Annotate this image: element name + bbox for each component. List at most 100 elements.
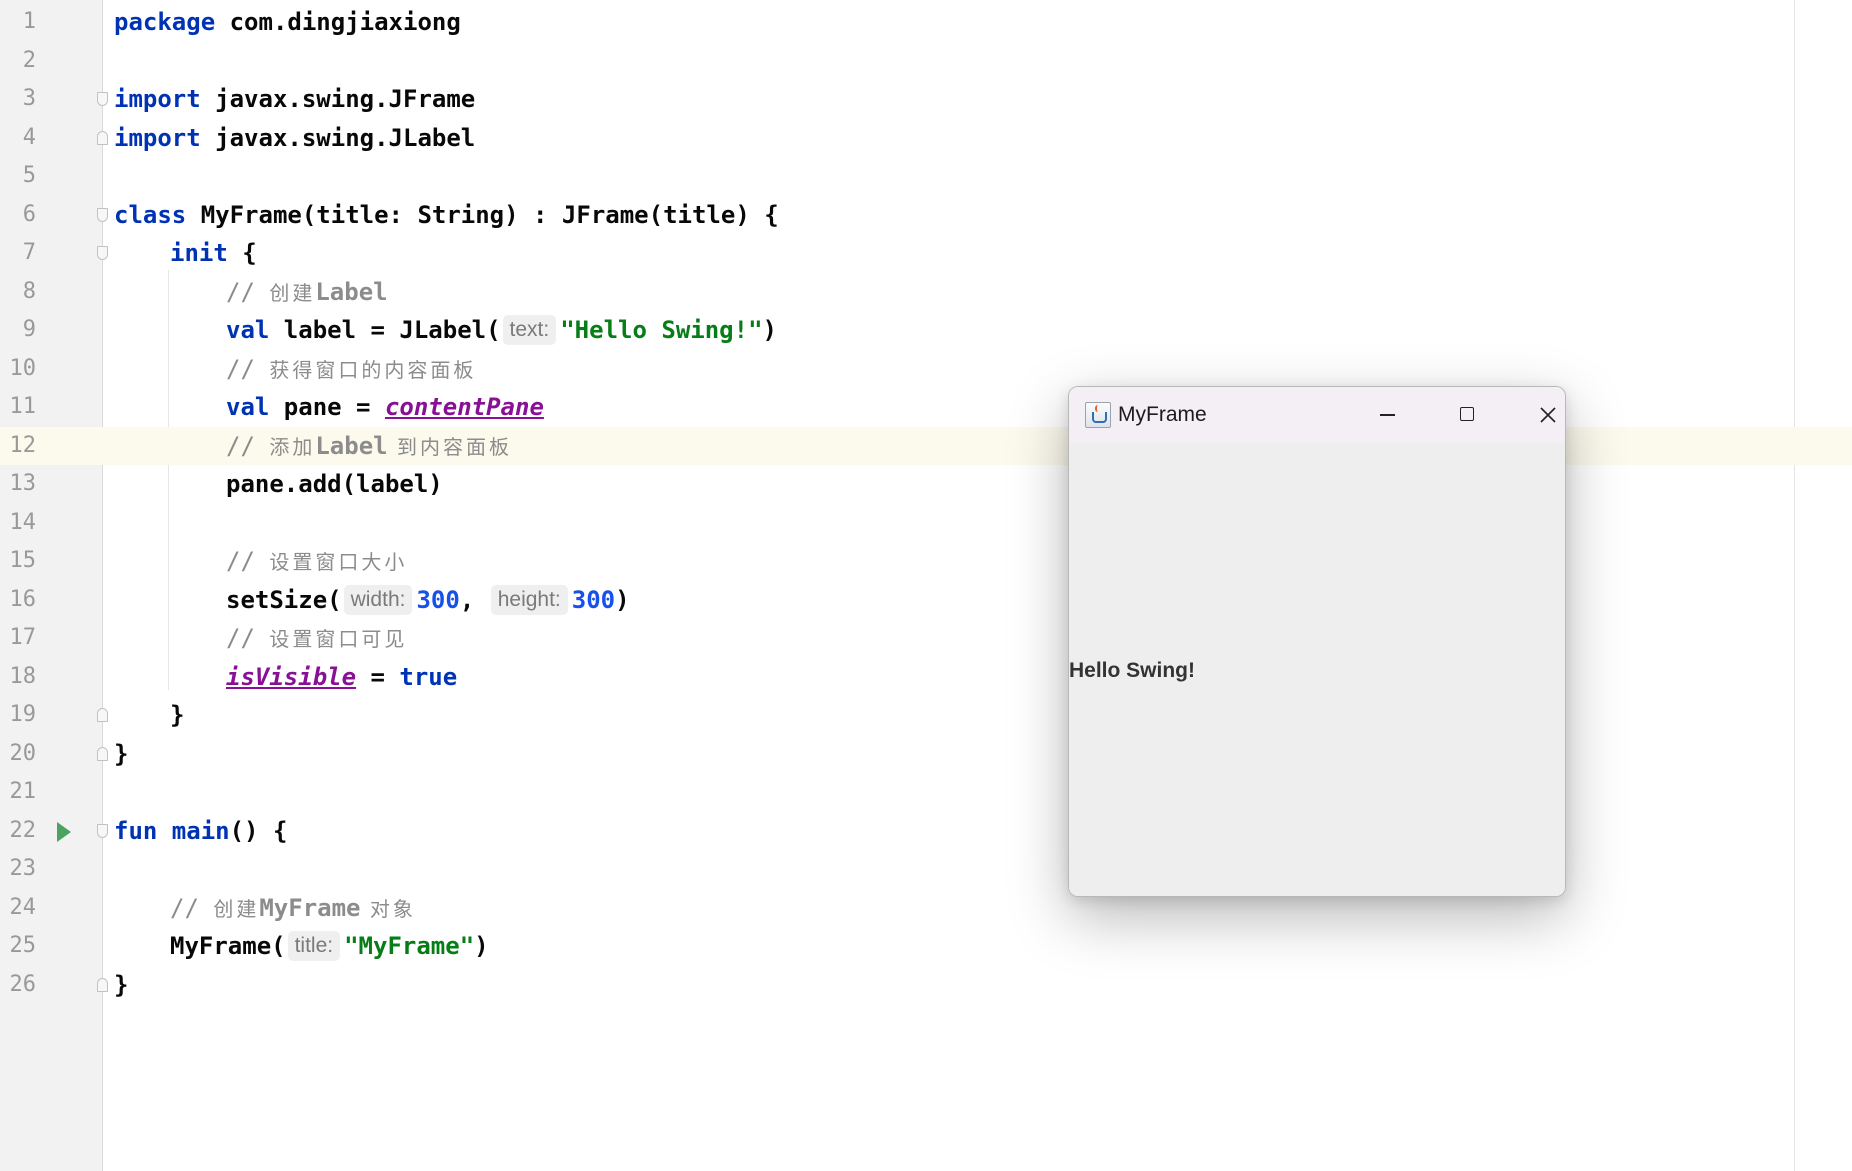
code-token: ) <box>474 932 489 960</box>
fold-marker-icon[interactable] <box>97 708 108 722</box>
code-line[interactable]: 13 pane.add(label) <box>0 465 1852 504</box>
code-token: val <box>226 393 270 421</box>
fold-marker-icon[interactable] <box>97 207 108 222</box>
fold-marker-icon[interactable] <box>97 92 108 106</box>
code-line[interactable]: 1 package com.dingjiaxiong <box>0 3 1852 42</box>
code-token: main <box>157 816 230 845</box>
fold-marker-icon[interactable] <box>97 246 108 260</box>
code-line[interactable]: 2 <box>0 42 1852 81</box>
line-number: 24 <box>9 894 37 920</box>
maximize-icon[interactable] <box>1439 387 1495 443</box>
fold-marker-icon[interactable] <box>97 746 108 761</box>
code-line[interactable]: 25 MyFrame(title: "MyFrame") <box>0 927 1852 966</box>
code-comment: // 创建MyFrame 对象 <box>170 893 416 922</box>
hello-label: Hello Swing! <box>1069 659 1195 682</box>
code-token: fun <box>114 816 158 845</box>
code-token: pane = <box>269 393 385 421</box>
code-comment: // 获得窗口的内容面板 <box>226 354 477 383</box>
code-line[interactable]: 21 <box>0 773 1852 812</box>
code-line[interactable]: 3 import javax.swing.JFrame <box>0 80 1852 119</box>
swing-window[interactable]: MyFrame Hello Swing! <box>1068 386 1566 897</box>
code-token: "Hello Swing!" <box>560 316 763 344</box>
parameter-hint: text: <box>502 315 557 345</box>
line-number: 4 <box>22 124 36 150</box>
line-number: 5 <box>22 163 36 188</box>
code-line[interactable]: 12 // 添加Label 到内容面板 <box>0 426 1852 465</box>
code-token: label = JLabel( <box>269 316 501 344</box>
code-editor[interactable]: 1 package com.dingjiaxiong 2 3 import javax.… <box>0 3 1852 1004</box>
code-token: pane.add(label) <box>226 470 443 498</box>
code-line[interactable]: 4 import javax.swing.JLabel <box>0 119 1852 158</box>
code-token: () { <box>229 816 288 845</box>
minimize-icon[interactable] <box>1359 387 1415 443</box>
code-comment: // 创建Label <box>226 277 388 306</box>
code-line[interactable]: 15 // 设置窗口大小 <box>0 542 1852 581</box>
code-line[interactable]: 8 // 创建Label <box>0 273 1852 312</box>
code-text: // 创建Label <box>226 273 388 313</box>
fold-marker-icon[interactable] <box>97 130 108 145</box>
code-text: // 设置窗口可见 <box>226 619 407 659</box>
fold-marker-icon[interactable] <box>97 823 108 838</box>
code-line[interactable]: 19} <box>0 696 1852 735</box>
line-number: 14 <box>9 509 37 535</box>
line-number: 17 <box>9 625 37 650</box>
code-line[interactable]: 14 <box>0 504 1852 543</box>
code-line[interactable]: 7 init { <box>0 234 1852 273</box>
line-number: 18 <box>9 663 37 689</box>
code-line[interactable]: 20} <box>0 735 1852 774</box>
code-text: fun main() { <box>114 812 287 851</box>
code-text: } <box>170 696 184 735</box>
window-titlebar[interactable]: MyFrame <box>1069 387 1565 443</box>
code-text: val label = JLabel(text: "Hello Swing!") <box>226 311 777 350</box>
code-line[interactable]: 22 fun main() { <box>0 812 1852 851</box>
close-icon[interactable] <box>1520 387 1565 443</box>
code-token: , <box>459 585 489 614</box>
code-line[interactable]: 18 isVisible = true <box>0 658 1852 697</box>
line-number: 2 <box>22 47 36 73</box>
code-line[interactable]: 17 // 设置窗口可见 <box>0 619 1852 658</box>
code-token: import <box>114 123 201 152</box>
code-line[interactable]: 11 val pane = contentPane <box>0 388 1852 427</box>
code-line[interactable]: 26} <box>0 966 1852 1005</box>
line-number: 23 <box>9 856 37 881</box>
line-number: 9 <box>22 317 36 342</box>
line-number: 6 <box>22 201 36 227</box>
code-line[interactable]: 9 val label = JLabel(text: "Hello Swing!") <box>0 311 1852 350</box>
code-token: { <box>227 239 257 267</box>
line-number: 25 <box>9 933 37 958</box>
code-token: class <box>114 200 187 229</box>
line-number: 3 <box>22 86 36 111</box>
code-token: } <box>114 739 129 768</box>
line-number: 21 <box>9 779 37 804</box>
line-number: 8 <box>22 278 36 304</box>
code-comment: // 设置窗口大小 <box>226 547 408 575</box>
line-number: 19 <box>9 702 37 727</box>
window-content-pane: Hello Swing! <box>1069 443 1565 896</box>
code-line[interactable]: 23 <box>0 850 1852 889</box>
code-text: class MyFrame(title: String) : JFrame(ti… <box>114 196 779 235</box>
code-token: } <box>170 701 185 729</box>
code-line[interactable]: 24 // 创建MyFrame 对象 <box>0 889 1852 928</box>
parameter-hint: width: <box>343 584 413 615</box>
code-token: setSize( <box>226 585 342 614</box>
code-line[interactable]: 16 setSize(width: 300, height: 300) <box>0 581 1852 620</box>
line-number: 13 <box>9 471 37 496</box>
code-line[interactable]: 5 <box>0 157 1852 196</box>
code-token: MyFrame(title: String) : JFrame(title) { <box>186 200 779 229</box>
code-text: pane.add(label) <box>226 465 443 504</box>
line-number: 20 <box>9 740 37 766</box>
code-text: val pane = contentPane <box>226 388 544 427</box>
code-token: javax.swing.JFrame <box>200 85 476 113</box>
code-line[interactable]: 10 // 获得窗口的内容面板 <box>0 350 1852 389</box>
fold-marker-icon[interactable] <box>97 977 108 992</box>
code-token: ) <box>762 316 777 344</box>
line-number: 7 <box>22 240 36 265</box>
java-cup-icon[interactable] <box>1085 402 1111 428</box>
run-icon[interactable] <box>57 821 71 842</box>
code-token: 300 <box>571 585 616 614</box>
code-line[interactable]: 6 class MyFrame(title: String) : JFrame(t… <box>0 196 1852 235</box>
code-token: "MyFrame" <box>344 932 475 960</box>
code-text: MyFrame(title: "MyFrame") <box>170 927 489 966</box>
code-token: com.dingjiaxiong <box>215 8 461 36</box>
line-number: 22 <box>9 817 37 843</box>
